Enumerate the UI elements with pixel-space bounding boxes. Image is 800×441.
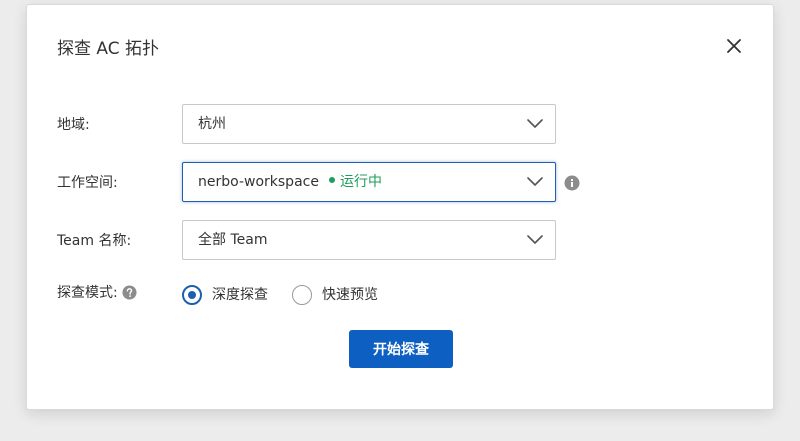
workspace-status-text: 运行中 [339,174,382,190]
region-select[interactable]: 杭州 [182,104,556,144]
region-select-value: 杭州 [198,116,226,132]
radio-deep-probe-label: 深度探查 [212,287,268,303]
status-dot-icon [328,177,335,183]
chevron-down-icon [527,119,543,128]
mode-label: 探查模式: [57,285,118,301]
region-label: 地域: [57,117,90,133]
close-icon [727,39,741,53]
radio-circle [182,285,202,305]
team-select-value: 全部 Team [198,232,268,248]
chevron-down-icon [527,235,543,244]
radio-quick-preview-label: 快速预览 [322,287,378,303]
question-icon[interactable] [122,284,137,300]
workspace-select[interactable]: nerbo-workspace 运行中 [182,162,556,202]
close-button[interactable] [724,36,744,56]
radio-circle [292,285,312,305]
probe-topology-dialog: 探查 AC 拓扑 地域: 杭州 工作空间: nerbo-workspace 运行中… [26,4,774,410]
mode-label-wrap: 探查模式: [57,283,137,303]
workspace-select-value: nerbo-workspace [198,174,319,190]
workspace-label: 工作空间: [57,175,118,191]
team-select[interactable]: 全部 Team [182,220,556,260]
chevron-down-icon [527,177,543,186]
info-icon[interactable] [564,175,580,191]
start-probe-button[interactable]: 开始探查 [349,330,453,368]
workspace-status: 运行中 [328,174,382,190]
dialog-title: 探查 AC 拓扑 [57,39,160,59]
workspace-select-value-wrap: nerbo-workspace 运行中 [198,172,382,192]
team-label: Team 名称: [57,233,132,249]
